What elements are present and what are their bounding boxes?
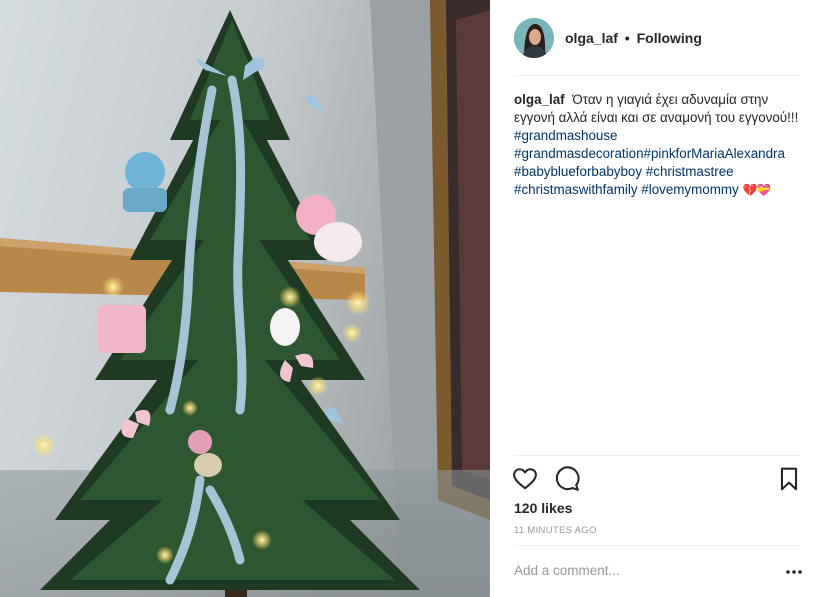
avatar-image <box>514 18 554 58</box>
following-button[interactable]: Following <box>637 30 702 46</box>
hashtag-link[interactable]: #grandmashouse <box>514 128 617 143</box>
caption-emoji: 💔💝 <box>742 183 771 197</box>
comment-input[interactable]: Add a comment... <box>514 563 774 578</box>
username-link[interactable]: olga_laf <box>565 30 618 46</box>
christmas-tree-photo <box>0 0 490 597</box>
comment-bubble-icon[interactable] <box>554 466 580 492</box>
post-caption: olga_laf Όταν η γιαγιά έχει αδυναμία στη… <box>514 91 804 199</box>
post-side-panel: olga_laf • Following olga_laf Όταν η για… <box>490 0 821 597</box>
divider <box>514 545 800 546</box>
hashtag-link[interactable]: #christmaswithfamily <box>514 182 638 197</box>
post-actions <box>512 466 802 492</box>
divider <box>514 455 800 456</box>
likes-count[interactable]: 120 likes <box>514 500 572 516</box>
caption-username-link[interactable]: olga_laf <box>514 92 565 107</box>
header-separator: • <box>624 30 630 46</box>
post-photo[interactable] <box>0 0 490 597</box>
hashtag-link[interactable]: #babyblueforbabyboy <box>514 164 642 179</box>
bookmark-icon[interactable] <box>776 466 802 492</box>
hashtag-link[interactable]: #grandmasdecoration <box>514 146 644 161</box>
post-header: olga_laf • Following <box>514 18 800 76</box>
hashtag-link[interactable]: #christmastree <box>646 164 734 179</box>
header-text: olga_laf • Following <box>565 30 702 46</box>
post-timestamp[interactable]: 11 MINUTES AGO <box>514 525 597 536</box>
avatar[interactable] <box>514 18 554 58</box>
more-options-icon[interactable] <box>785 565 803 579</box>
hashtag-link[interactable]: #pinkforMariaAlexandra <box>644 146 785 161</box>
heart-icon[interactable] <box>512 466 538 492</box>
hashtag-link[interactable]: #lovemymommy <box>641 182 738 197</box>
